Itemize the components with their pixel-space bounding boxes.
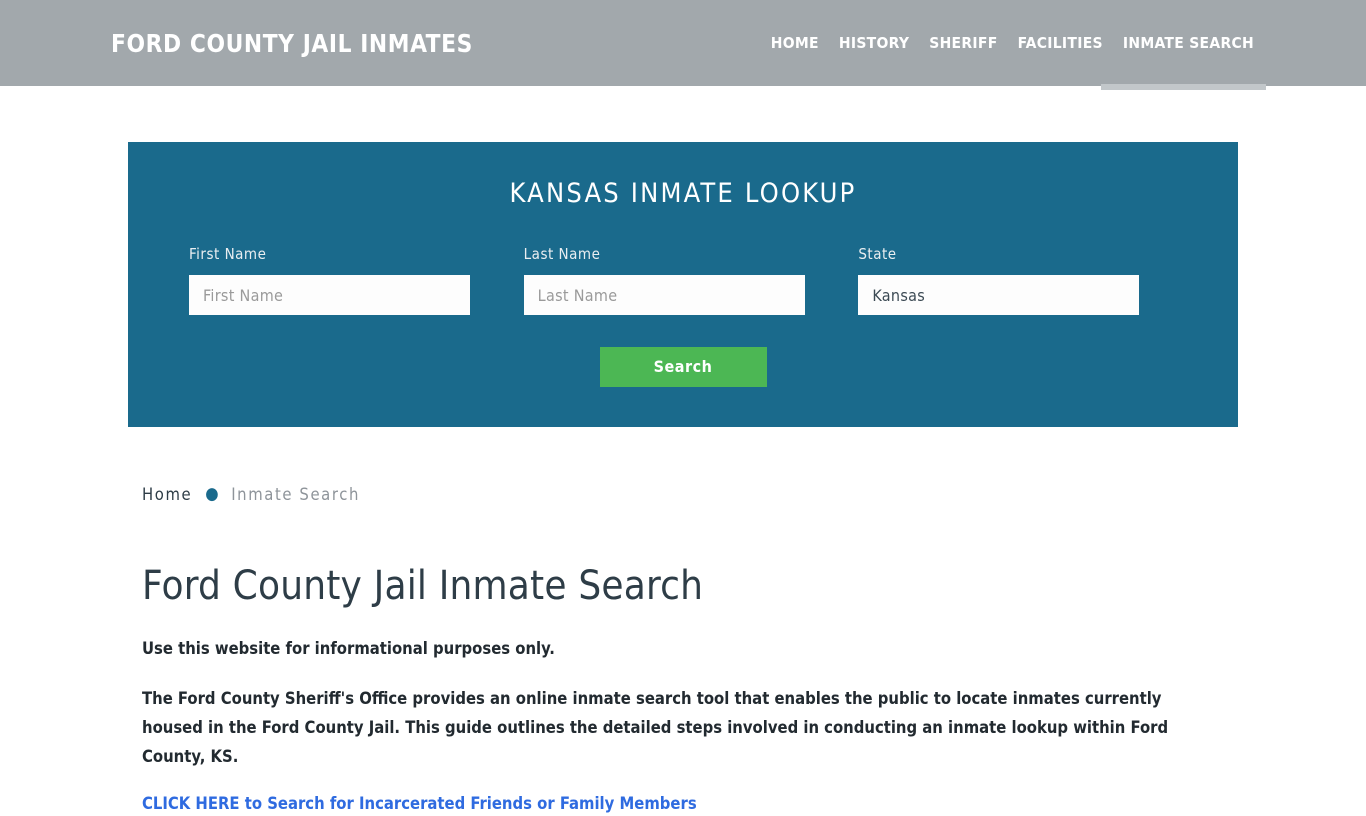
inmate-lookup-panel: KANSAS INMATE LOOKUP First Name Last Nam… <box>128 142 1238 427</box>
search-button-row: Search <box>128 347 1238 387</box>
breadcrumb-separator-icon: ● <box>205 484 221 504</box>
search-button[interactable]: Search <box>599 347 767 387</box>
page-title: Ford County Jail Inmate Search <box>142 563 704 609</box>
lookup-panel-title: KANSAS INMATE LOOKUP <box>509 178 857 209</box>
state-select[interactable] <box>858 275 1140 315</box>
cta-search-link[interactable]: CLICK HERE to Search for Incarcerated Fr… <box>142 792 697 816</box>
first-name-input[interactable] <box>189 275 470 315</box>
nav-item-facilities[interactable]: FACILITIES <box>1008 33 1113 53</box>
description-paragraph: The Ford County Sheriff's Office provide… <box>142 689 1169 766</box>
last-name-field-group: Last Name <box>523 245 859 315</box>
first-name-label: First Name <box>189 245 267 263</box>
breadcrumb: Home ● Inmate Search <box>142 485 1238 504</box>
state-label: State <box>858 245 897 263</box>
site-header: FORD COUNTY JAIL INMATES HOME HISTORY SH… <box>0 0 1366 90</box>
intro-text: Use this website for informational purpo… <box>142 639 555 658</box>
first-name-field-group: First Name <box>189 245 524 315</box>
lookup-field-row: First Name Last Name State <box>128 245 1238 315</box>
breadcrumb-home[interactable]: Home <box>142 485 192 504</box>
last-name-input[interactable] <box>523 275 805 315</box>
nav-item-sheriff[interactable]: SHERIFF <box>919 33 1007 53</box>
main-navigation: HOME HISTORY SHERIFF FACILITIES INMATE S… <box>771 33 1267 90</box>
search-panel-wrapper: KANSAS INMATE LOOKUP First Name Last Nam… <box>0 86 1366 427</box>
nav-item-inmate-search[interactable]: INMATE SEARCH <box>1100 33 1267 90</box>
site-logo[interactable]: FORD COUNTY JAIL INMATES <box>111 29 473 59</box>
last-name-label: Last Name <box>523 245 601 263</box>
breadcrumb-current: Inmate Search <box>231 485 360 504</box>
nav-item-history[interactable]: HISTORY <box>829 33 919 53</box>
main-content: Home ● Inmate Search Ford County Jail In… <box>128 427 1238 816</box>
state-field-group: State <box>858 245 1177 315</box>
nav-item-home[interactable]: HOME <box>771 33 829 53</box>
